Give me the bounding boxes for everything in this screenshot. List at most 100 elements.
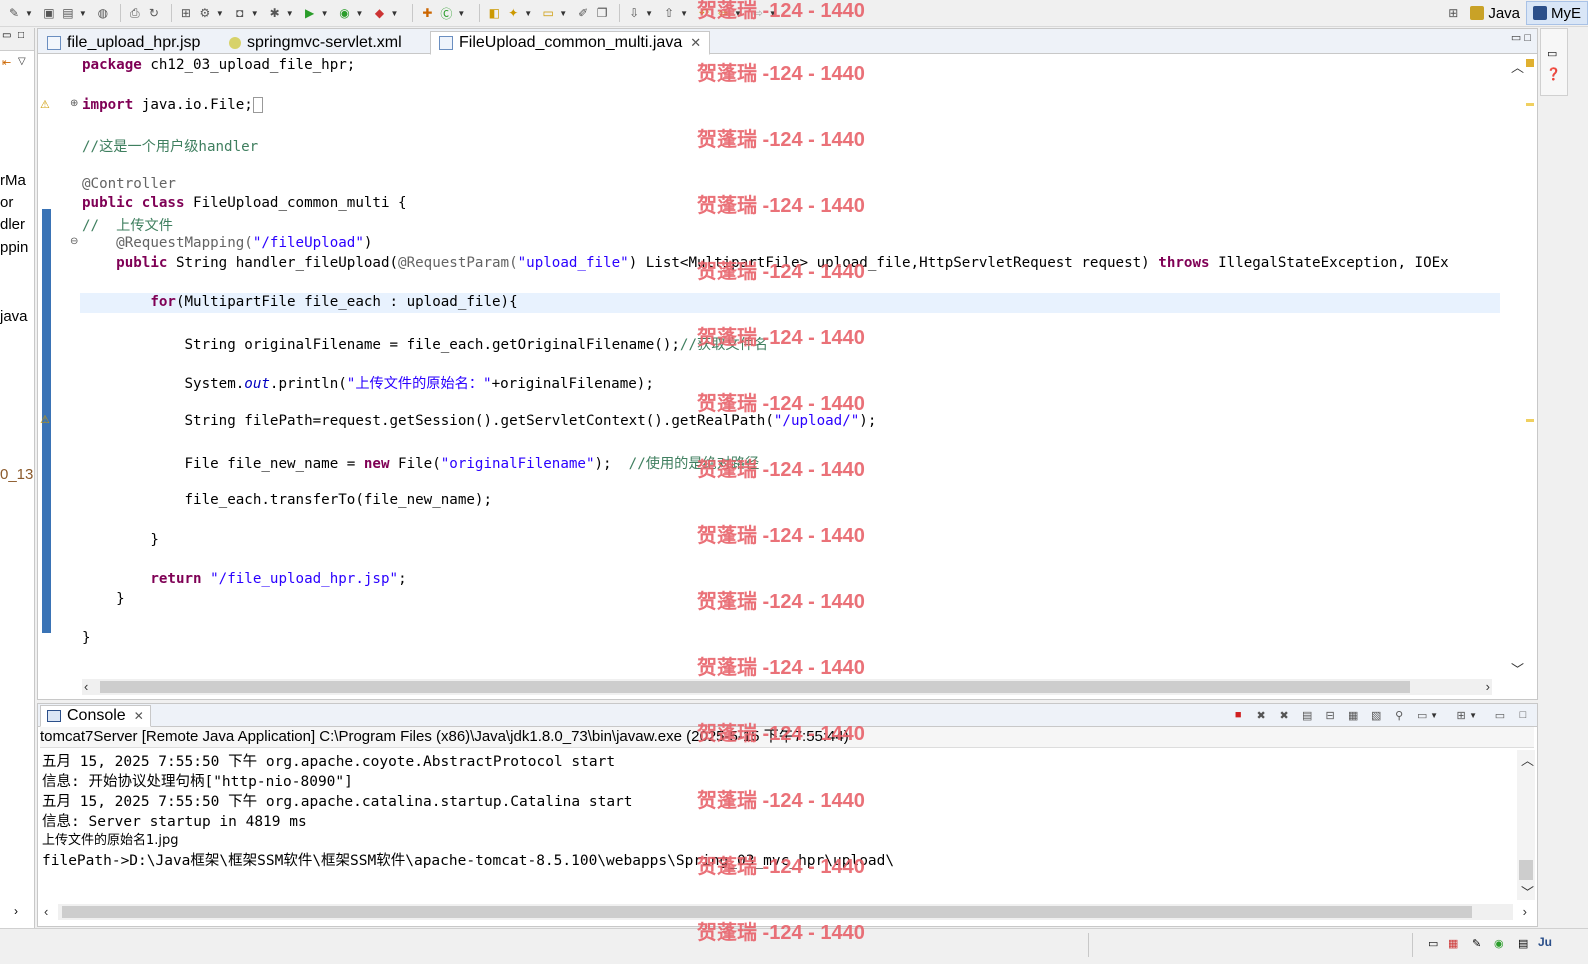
tree-item-fragment[interactable]: java — [0, 308, 28, 325]
tab-fileupload-common-multi-java[interactable]: FileUpload_common_multi.java ✕ — [430, 31, 711, 55]
editor-horizontal-scrollbar[interactable]: ‹ › — [82, 679, 1492, 695]
chevron-down-icon[interactable]: ▼ — [321, 9, 329, 18]
globe-icon[interactable]: ◍ — [95, 5, 111, 21]
fold-expand-icon[interactable]: ⊕ — [70, 98, 78, 109]
status-icon[interactable]: ▭ — [1428, 937, 1438, 950]
search-icon[interactable]: ✦ — [505, 5, 521, 21]
status-icon[interactable]: ▦ — [1448, 937, 1458, 950]
overview-ruler[interactable] — [1525, 55, 1535, 679]
camera-icon[interactable]: ◘ — [232, 5, 248, 21]
clear-console-icon[interactable]: ▤ — [1299, 707, 1315, 723]
show-on-stdout-icon[interactable]: ▦ — [1345, 707, 1361, 723]
new-package-icon[interactable]: ✚ — [419, 5, 435, 21]
tab-springmvc-servlet-xml[interactable]: springmvc-servlet.xml — [220, 31, 411, 55]
prev-annotation-icon[interactable]: ⇧ — [661, 5, 677, 21]
task-marker[interactable] — [1526, 59, 1534, 67]
remove-all-icon[interactable]: ✖ — [1276, 707, 1292, 723]
editor-min-max-icons[interactable]: ▭ □ — [1511, 31, 1531, 44]
toggle-icon[interactable]: ❐ — [594, 5, 610, 21]
show-on-stderr-icon[interactable]: ▧ — [1368, 707, 1384, 723]
tree-item-fragment[interactable]: dler — [0, 216, 25, 233]
scroll-up-icon[interactable]: ︿ — [1521, 750, 1534, 769]
chevron-down-icon[interactable]: ▼ — [524, 9, 532, 18]
scroll-lock-icon[interactable]: ⊟ — [1322, 707, 1338, 723]
scroll-right-icon[interactable]: › — [1486, 679, 1490, 694]
tree-item-fragment[interactable]: or — [0, 194, 13, 211]
collapse-all-icon[interactable]: ⇤ — [2, 56, 11, 69]
open-type-icon[interactable]: ◧ — [486, 5, 502, 21]
status-icon[interactable]: ◉ — [1494, 937, 1504, 950]
editor-vertical-scrollbar[interactable]: ︿ ﹀ — [1509, 55, 1524, 679]
tree-item-fragment[interactable]: rMa — [0, 172, 26, 189]
tab-console[interactable]: Console ✕ — [40, 705, 151, 727]
scroll-left-icon[interactable]: ‹ — [84, 679, 88, 694]
chevron-down-icon[interactable]: ▼ — [559, 9, 567, 18]
chevron-down-icon[interactable]: ▼ — [645, 9, 653, 18]
scroll-right-icon[interactable]: › — [14, 904, 18, 918]
print-icon[interactable]: ⎙ — [127, 5, 143, 21]
open-folder-icon[interactable]: ▭ — [540, 5, 556, 21]
tab-file-upload-jsp[interactable]: file_upload_hpr.jsp — [38, 31, 209, 55]
fold-collapse-icon[interactable]: ⊖ — [70, 236, 78, 247]
minimize-icon[interactable]: ▭ — [2, 30, 11, 41]
tree-item-fragment[interactable]: 0_13 — [0, 466, 33, 483]
warning-marker[interactable] — [1526, 103, 1534, 106]
server-icon[interactable]: ⚙ — [197, 5, 213, 21]
chevron-down-icon[interactable]: ▼ — [457, 9, 465, 18]
chevron-down-icon[interactable]: ▼ — [251, 9, 259, 18]
scrollbar-thumb[interactable] — [1519, 860, 1533, 880]
warning-marker-icon[interactable]: ⚠ — [40, 98, 50, 111]
console-vertical-scrollbar[interactable]: ︿ ﹀ — [1517, 750, 1535, 900]
chevron-down-icon[interactable]: ▼ — [79, 9, 87, 18]
chevron-down-icon[interactable]: ▼ — [356, 9, 364, 18]
maximize-icon[interactable]: □ — [18, 30, 24, 41]
scroll-right-icon[interactable]: › — [1523, 904, 1527, 919]
deploy-icon[interactable]: ⊞ — [178, 5, 194, 21]
terminate-icon[interactable]: ■ — [1230, 707, 1246, 723]
chevron-down-icon[interactable]: ▼ — [1469, 711, 1477, 720]
new-wizard-icon[interactable]: ✎ — [6, 5, 22, 21]
pin-console-icon[interactable]: ⚲ — [1391, 707, 1407, 723]
chevron-down-icon[interactable]: ▼ — [1430, 711, 1438, 720]
save-all-icon[interactable]: ▤ — [60, 5, 76, 21]
close-icon[interactable]: ✕ — [134, 709, 144, 723]
open-console-icon[interactable]: ⊞ — [1453, 707, 1469, 723]
warning-marker[interactable] — [1526, 419, 1534, 422]
view-menu-icon[interactable]: ▽ — [18, 56, 26, 67]
status-icon[interactable]: Ju — [1538, 935, 1552, 949]
scroll-left-icon[interactable]: ‹ — [44, 904, 48, 919]
debug-icon[interactable]: ✱ — [267, 5, 283, 21]
scrollbar-thumb[interactable] — [100, 681, 1410, 693]
chevron-down-icon[interactable]: ▼ — [390, 9, 398, 18]
scroll-up-icon[interactable]: ︿ — [1511, 57, 1524, 76]
next-annotation-icon[interactable]: ⇩ — [626, 5, 642, 21]
status-icon[interactable]: ✎ — [1472, 937, 1481, 950]
status-icon[interactable]: ▤ — [1518, 937, 1528, 950]
display-console-icon[interactable]: ▭ — [1414, 707, 1430, 723]
perspective-java[interactable]: Java — [1464, 2, 1526, 24]
perspective-myeclipse[interactable]: MyE — [1526, 1, 1588, 25]
open-perspective-icon[interactable]: ⊞ — [1445, 5, 1461, 21]
run-icon[interactable]: ▶ — [302, 5, 318, 21]
tree-item-fragment[interactable]: ppin — [0, 239, 28, 256]
refresh-icon[interactable]: ↻ — [146, 5, 162, 21]
warning-marker-icon[interactable]: ⚠ — [40, 413, 50, 426]
scroll-down-icon[interactable]: ﹀ — [1521, 882, 1534, 901]
maximize-icon[interactable]: □ — [1515, 707, 1531, 723]
scroll-down-icon[interactable]: ﹀ — [1511, 659, 1524, 678]
chevron-down-icon[interactable]: ▼ — [25, 9, 33, 18]
close-icon[interactable]: ✕ — [690, 35, 701, 51]
minimize-icon[interactable]: ▭ — [1492, 707, 1508, 723]
chevron-down-icon[interactable]: ▼ — [680, 9, 688, 18]
external-tools-icon[interactable]: ◆ — [371, 5, 387, 21]
help-view-icon[interactable]: ❓ — [1546, 67, 1561, 81]
run-coverage-icon[interactable]: ◉ — [337, 5, 353, 21]
folded-block-marker[interactable] — [252, 97, 263, 113]
chevron-down-icon[interactable]: ▼ — [286, 9, 294, 18]
annotation-icon[interactable]: ✐ — [575, 5, 591, 21]
save-icon[interactable]: ▣ — [41, 5, 57, 21]
package-explorer[interactable]: ▭ □ ⇤ ▽ rMa or dler ppin java 0_13 › — [0, 28, 35, 928]
restore-view-icon[interactable]: ▭ — [1547, 47, 1557, 60]
chevron-down-icon[interactable]: ▼ — [216, 9, 224, 18]
remove-launch-icon[interactable]: ✖ — [1253, 707, 1269, 723]
